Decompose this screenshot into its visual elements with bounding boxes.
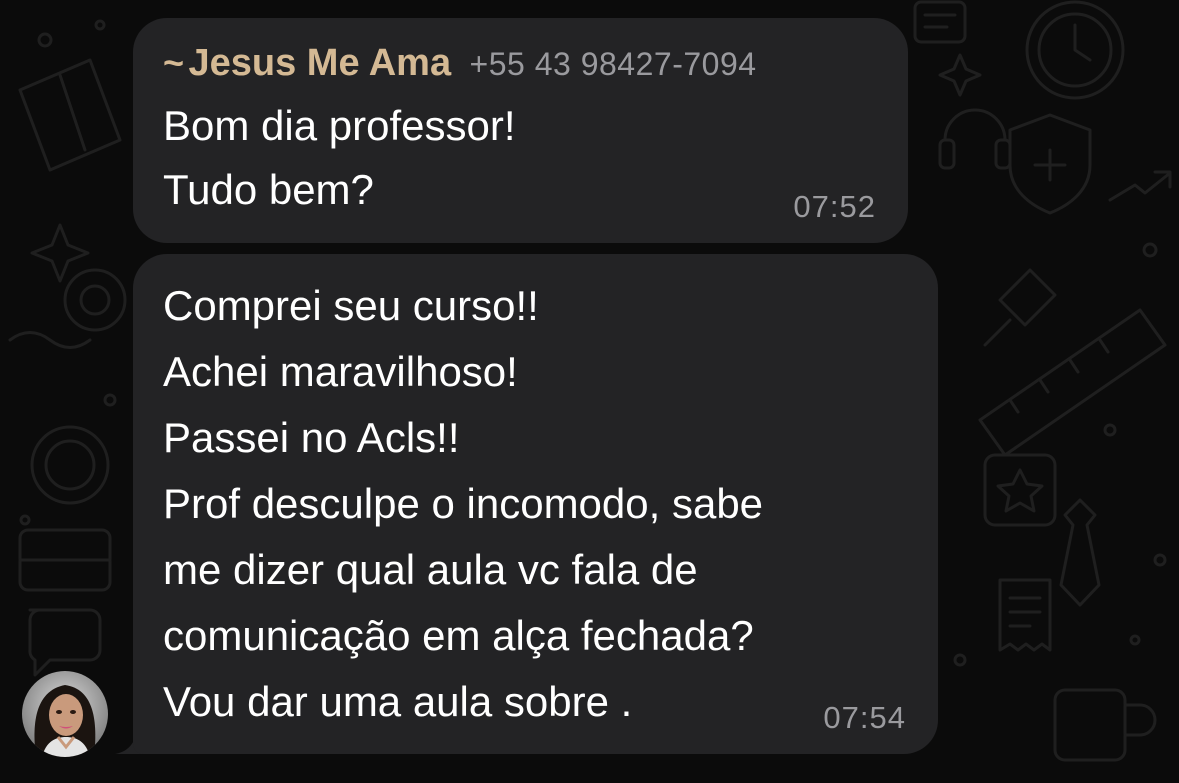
dot-doodle-icon bbox=[1142, 242, 1158, 258]
message-text-line: comunicação em alça fechada? bbox=[163, 612, 754, 659]
tie-doodle-icon bbox=[1059, 498, 1101, 607]
chat-bubble-doodle-icon bbox=[28, 608, 102, 677]
dot-doodle-icon bbox=[1129, 634, 1141, 646]
coin-doodle-icon bbox=[30, 425, 110, 505]
message-timestamp: 07:52 bbox=[793, 189, 876, 224]
message-text-line: Bom dia professor! bbox=[163, 102, 516, 149]
dot-doodle-icon bbox=[1103, 423, 1117, 437]
target-doodle-icon bbox=[63, 268, 127, 332]
avatar-photo-icon bbox=[22, 671, 108, 757]
sender-phone[interactable]: +55 43 98427-7094 bbox=[470, 46, 757, 82]
sender-header: ~ Jesus Me Ama +55 43 98427-7094 bbox=[163, 42, 757, 85]
message-text-line: Achei maravilhoso! bbox=[163, 348, 518, 395]
dot-doodle-icon bbox=[94, 19, 106, 31]
shield-plus-doodle-icon bbox=[1008, 113, 1092, 215]
message-timestamp: 07:54 bbox=[823, 700, 906, 735]
ruler-doodle-icon bbox=[978, 308, 1167, 457]
headphones-doodle-icon bbox=[938, 108, 1012, 170]
wave-doodle-icon bbox=[8, 331, 92, 349]
star-box-doodle-icon bbox=[983, 453, 1057, 527]
receipt-doodle-icon bbox=[998, 578, 1052, 652]
dot-doodle-icon bbox=[103, 393, 117, 407]
mug-doodle-icon bbox=[1053, 688, 1157, 762]
avatar[interactable] bbox=[22, 671, 108, 757]
dot-doodle-icon bbox=[19, 514, 31, 526]
sender-prefix: ~ bbox=[163, 42, 185, 83]
pin-doodle-icon bbox=[983, 268, 1057, 347]
trend-arrow-doodle-icon bbox=[1108, 170, 1172, 202]
dot-doodle-icon bbox=[953, 653, 967, 667]
sparkle-doodle-icon bbox=[938, 53, 982, 97]
dot-doodle-icon bbox=[37, 32, 53, 48]
message-text-line: Comprei seu curso!! bbox=[163, 282, 539, 329]
message-text-line: Tudo bem? bbox=[163, 166, 374, 213]
clock-doodle-icon bbox=[1025, 0, 1125, 100]
book-doodle-icon bbox=[18, 528, 112, 592]
dot-doodle-icon bbox=[1153, 553, 1167, 567]
message-text-line: Prof desculpe o incomodo, sabe bbox=[163, 480, 764, 527]
message-bubble-incoming[interactable]: ~ Jesus Me Ama +55 43 98427-7094 Bom dia… bbox=[133, 18, 908, 243]
message-bubble-incoming[interactable]: Comprei seu curso!! Achei maravilhoso! P… bbox=[133, 254, 938, 754]
pencil-doodle-icon bbox=[18, 58, 122, 172]
sender-name[interactable]: Jesus Me Ama bbox=[188, 42, 451, 84]
message-text-line: Passei no Acls!! bbox=[163, 414, 460, 461]
message-text-line: me dizer qual aula vc fala de bbox=[163, 546, 698, 593]
message-text-line: Vou dar uma aula sobre . bbox=[163, 678, 633, 725]
note-doodle-icon bbox=[913, 0, 967, 44]
